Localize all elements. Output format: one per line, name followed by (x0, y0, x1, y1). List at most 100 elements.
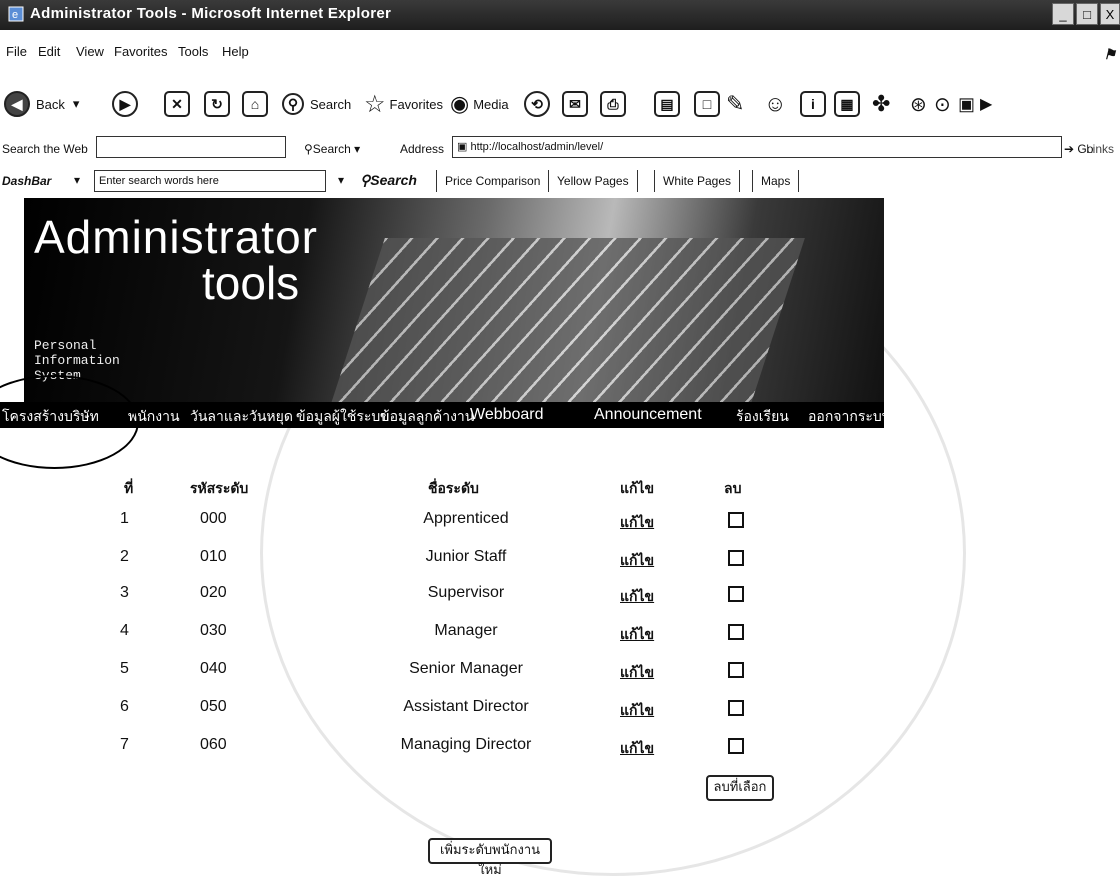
row-delete-checkbox[interactable] (728, 624, 744, 640)
admin-banner: Administrator tools Personal Information… (24, 198, 884, 402)
links-label[interactable]: Links (1086, 142, 1114, 156)
dashbar-yellow-pages[interactable]: Yellow Pages (548, 170, 638, 192)
media-button[interactable]: ◉ Media (450, 84, 509, 124)
row-delete-checkbox[interactable] (728, 738, 744, 754)
row-level-code: 010 (200, 548, 227, 565)
search-web-input[interactable] (96, 136, 286, 158)
discuss-button[interactable]: □ (694, 84, 720, 124)
minimize-button[interactable]: _ (1052, 3, 1074, 25)
windows-logo-icon: ⚑ (1103, 46, 1116, 62)
col-header-code: รหัสระดับ (190, 480, 249, 496)
home-button[interactable]: ⌂ (242, 84, 268, 124)
maximize-button[interactable]: □ (1076, 3, 1098, 25)
row-level-name: Managing Director (400, 736, 532, 753)
row-edit-link[interactable]: แก้ไข (620, 550, 654, 572)
dashbar-select-icon[interactable]: ▾ (338, 173, 344, 187)
tool-e-icon: ▣ (958, 93, 976, 114)
nav-customer-data[interactable]: ข้อมูลลูกค้างาน (380, 406, 474, 428)
search-icon: ⚲ (304, 142, 313, 156)
media-icon: ◉ (450, 91, 470, 116)
dashbar-dropdown-icon[interactable]: ▾ (74, 173, 80, 187)
row-number: 2 (120, 548, 129, 565)
row-level-name: Apprenticed (423, 510, 509, 527)
row-edit-link[interactable]: แก้ไข (620, 512, 654, 534)
row-delete-checkbox[interactable] (728, 662, 744, 678)
search-web-button[interactable]: ⚲Search ▾ (304, 142, 360, 156)
menu-file[interactable]: File (6, 44, 27, 59)
messenger-button[interactable]: ☺ (764, 84, 786, 124)
history-button[interactable]: ⟲ (524, 84, 550, 124)
forward-button[interactable]: ▶ (112, 84, 138, 124)
row-level-name: Assistant Director (403, 698, 529, 715)
back-button[interactable]: ◀ Back ▾ (4, 84, 79, 124)
svg-text:e: e (12, 9, 18, 21)
search-web-button-label: Search (312, 142, 351, 156)
edit-page-button[interactable]: ▤ (654, 84, 680, 124)
row-number: 1 (120, 510, 129, 527)
nav-logout[interactable]: ออกจากระบบ (808, 406, 891, 428)
nav-announcement[interactable]: Announcement (594, 406, 702, 424)
favorites-label: Favorites (389, 96, 443, 112)
menu-favorites[interactable]: Favorites (114, 44, 167, 59)
row-delete-checkbox[interactable] (728, 512, 744, 528)
address-url: http://localhost/admin/level/ (470, 141, 604, 153)
dashbar-maps[interactable]: Maps (752, 170, 800, 192)
mail-button[interactable]: ✉ (562, 84, 588, 124)
dashbar-search-button[interactable]: ⚲Search (360, 172, 417, 189)
page-icon: ▣ (457, 141, 471, 153)
row-edit-link[interactable]: แก้ไข (620, 624, 654, 646)
menu-edit[interactable]: Edit (38, 44, 60, 59)
menu-bar: File Edit View Favorites Tools Help (0, 44, 1120, 66)
dashbar-white-pages[interactable]: White Pages (654, 170, 741, 192)
dashbar-search-input[interactable]: Enter search words here (94, 170, 326, 192)
nav-system-users[interactable]: ข้อมูลผู้ใช้ระบบ (296, 406, 389, 428)
delete-selected-button[interactable]: ลบที่เลือก (706, 775, 774, 801)
nav-complaints[interactable]: ร้องเรียน (736, 406, 789, 428)
row-edit-link[interactable]: แก้ไข (620, 662, 654, 684)
media-label: Media (473, 96, 509, 112)
favorites-button[interactable]: ☆ Favorites (364, 84, 443, 124)
address-row: Search the Web ⚲Search ▾ Address ▣ http:… (0, 136, 1120, 162)
row-level-name: Junior Staff (425, 548, 507, 565)
col-header-delete: ลบ (724, 480, 742, 496)
menu-view[interactable]: View (76, 44, 104, 59)
row-edit-link[interactable]: แก้ไข (620, 586, 654, 608)
print-button[interactable]: ⎙ (600, 84, 626, 124)
home-icon: ⌂ (242, 91, 268, 117)
row-edit-link[interactable]: แก้ไข (620, 738, 654, 760)
search-icon: ⚲ (282, 93, 304, 115)
row-delete-checkbox[interactable] (728, 586, 744, 602)
tool-a-icon: ▦ (834, 91, 860, 117)
menu-help[interactable]: Help (222, 44, 249, 59)
research-button[interactable]: i (800, 84, 826, 124)
ie-icon: e (8, 6, 24, 22)
back-label: Back (36, 96, 65, 112)
tool-button-e[interactable]: ▣ (958, 84, 975, 124)
menu-tools[interactable]: Tools (178, 44, 208, 59)
row-number: 6 (120, 698, 129, 715)
nav-webboard[interactable]: Webboard (470, 406, 544, 424)
row-delete-checkbox[interactable] (728, 700, 744, 716)
stop-button[interactable]: ✕ (164, 84, 190, 124)
go-arrow-icon: ➔ (1064, 142, 1075, 156)
tool-button-c[interactable]: ⊛ (910, 84, 927, 124)
dashbar-row: DashBar ▾ Enter search words here ▾ ⚲Sea… (0, 168, 1120, 194)
dashbar-placeholder: Enter search words here (99, 175, 219, 187)
row-edit-link[interactable]: แก้ไข (620, 700, 654, 722)
pencil-button[interactable]: ✎ (726, 84, 744, 124)
dashbar-search-label: Search (370, 172, 417, 188)
tool-button-b[interactable]: ✤ (872, 84, 890, 124)
tool-button-f[interactable]: ▶ (980, 84, 992, 124)
nav-leave-holidays[interactable]: วันลาและวันหยุด (190, 406, 293, 428)
col-header-edit: แก้ไข (620, 480, 655, 496)
dashbar-price-comparison[interactable]: Price Comparison (436, 170, 550, 192)
tool-button-a[interactable]: ▦ (834, 84, 860, 124)
row-number: 7 (120, 736, 129, 753)
row-delete-checkbox[interactable] (728, 550, 744, 566)
add-level-button[interactable]: เพิ่มระดับพนักงานใหม่ (428, 838, 552, 877)
close-button[interactable]: X (1100, 3, 1120, 25)
search-button[interactable]: ⚲ Search (282, 84, 351, 124)
address-input[interactable]: ▣ http://localhost/admin/level/ (452, 136, 1062, 158)
refresh-button[interactable]: ↻ (204, 84, 230, 124)
tool-button-d[interactable]: ⊙ (934, 84, 951, 124)
